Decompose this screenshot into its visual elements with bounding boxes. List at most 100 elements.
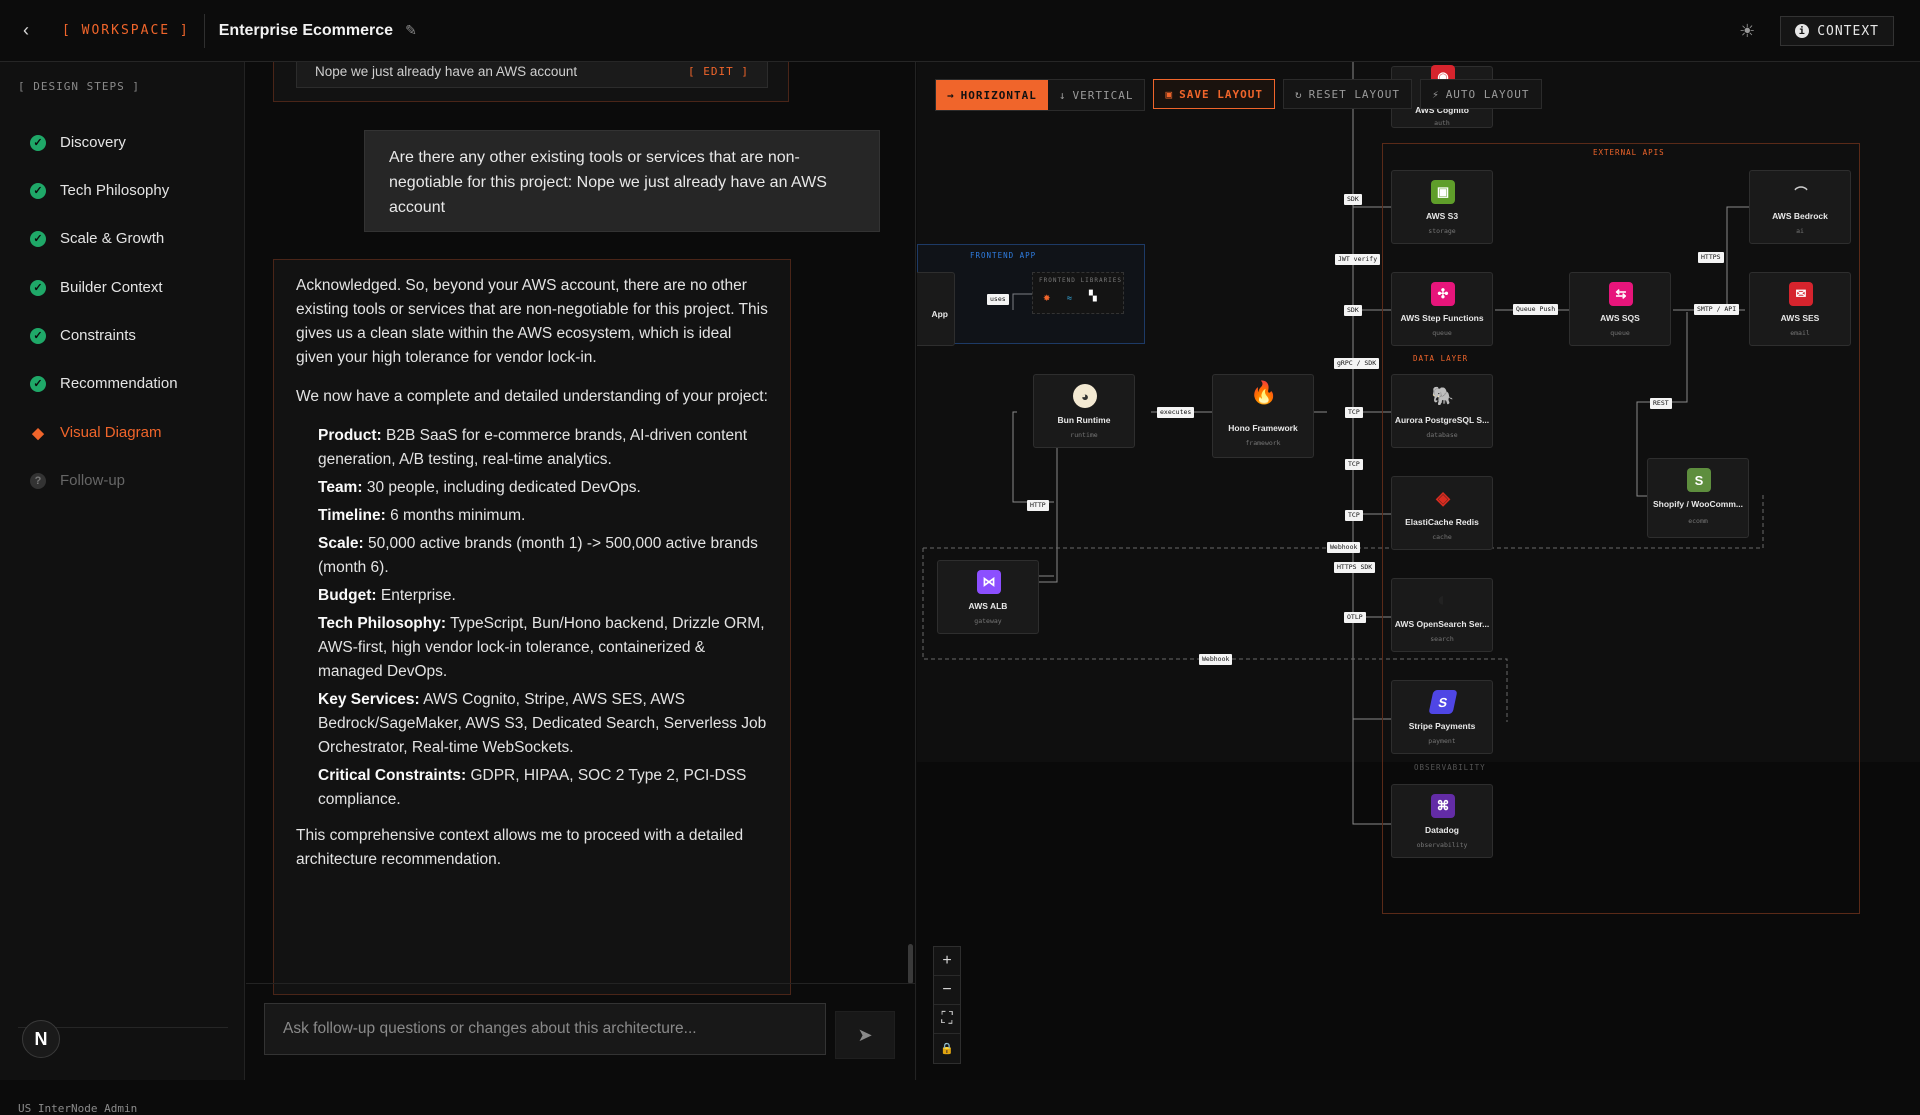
- node-aws-step-functions[interactable]: ✣ AWS Step Functions queue: [1391, 272, 1493, 346]
- redis-icon: ◈: [1436, 487, 1450, 508]
- flame-icon: 🔥: [1250, 380, 1278, 405]
- node-hono-framework[interactable]: 🔥 Hono Framework framework: [1212, 374, 1314, 458]
- step-label: Discovery: [60, 134, 126, 151]
- node-shopify-woocommerce[interactable]: S Shopify / WooComm... ecomm: [1647, 458, 1749, 538]
- postgres-elephant-icon: 🐘: [1431, 385, 1455, 406]
- check-circle-icon: ✓: [30, 182, 46, 199]
- step-scale-growth[interactable]: ✓ Scale & Growth: [30, 230, 164, 247]
- workspace-label[interactable]: [ WORKSPACE ]: [62, 23, 190, 38]
- step-discovery[interactable]: ✓ Discovery: [30, 134, 126, 151]
- node-aws-bedrock[interactable]: ⌒ AWS Bedrock ai: [1749, 170, 1851, 244]
- observability-title: OBSERVABILITY: [1414, 763, 1486, 772]
- step-label: Constraints: [60, 327, 136, 344]
- edge-label: uses: [987, 294, 1009, 305]
- edge-label: HTTP: [1027, 500, 1049, 511]
- step-visual-diagram[interactable]: ◆ Visual Diagram: [30, 424, 162, 442]
- node-aws-s3[interactable]: ▣ AWS S3 storage: [1391, 170, 1493, 244]
- frontend-app-title: FRONTEND APP: [970, 251, 1037, 260]
- architecture-canvas[interactable]: EXTERNAL APIS FRONTEND APP FRONTEND LIBR…: [917, 62, 1920, 1080]
- context-button-label: CONTEXT: [1817, 23, 1879, 39]
- orientation-toggle: → HORIZONTAL ↓ VERTICAL: [935, 79, 1146, 111]
- back-arrow-icon[interactable]: ‹: [0, 5, 52, 57]
- user-name: US InterNode Admin: [18, 1102, 138, 1115]
- save-layout-button[interactable]: ▣ SAVE LAYOUT: [1153, 79, 1275, 109]
- shopify-bag-icon: S: [1687, 468, 1711, 492]
- context-button[interactable]: i CONTEXT: [1780, 16, 1894, 46]
- edge-label: executes: [1157, 407, 1195, 418]
- user-avatar[interactable]: N: [22, 1020, 60, 1058]
- auto-layout-button[interactable]: ⚡ AUTO LAYOUT: [1420, 79, 1542, 109]
- previous-answer-card: Nope we just already have an AWS account…: [273, 62, 789, 102]
- stripe-icon: S: [1428, 690, 1458, 714]
- step-label: Visual Diagram: [60, 424, 162, 441]
- node-aws-ses[interactable]: ✉ AWS SES email: [1749, 272, 1851, 346]
- node-aurora-postgresql[interactable]: 🐘 Aurora PostgreSQL S... database: [1391, 374, 1493, 448]
- edge-label: JWT verify: [1335, 254, 1381, 265]
- edge-label: HTTPS: [1698, 252, 1724, 263]
- summary-item-budget: Budget: Enterprise.: [318, 587, 456, 604]
- datadog-icon: ⌘: [1431, 794, 1455, 818]
- step-tech-philosophy[interactable]: ✓ Tech Philosophy: [30, 182, 169, 199]
- reset-icon: ↻: [1294, 87, 1303, 101]
- layout-toolbar: → HORIZONTAL ↓ VERTICAL ▣ SAVE LAYOUT ↻ …: [935, 79, 1542, 111]
- assistant-outro: This comprehensive context allows me to …: [296, 827, 744, 868]
- summary-item-scale: Scale: 50,000 active brands (month 1) ->…: [318, 535, 758, 576]
- design-steps-label: [ DESIGN STEPS ]: [18, 80, 140, 93]
- send-button[interactable]: ➤: [835, 1011, 895, 1059]
- step-constraints[interactable]: ✓ Constraints: [30, 327, 136, 344]
- s3-bucket-icon: ▣: [1431, 180, 1455, 204]
- vertical-button[interactable]: ↓ VERTICAL: [1047, 80, 1145, 110]
- summary-item-tech-philosophy: Tech Philosophy: TypeScript, Bun/Hono ba…: [318, 615, 765, 680]
- zoom-out-icon[interactable]: −: [934, 976, 960, 1005]
- project-title: Enterprise Ecommerce: [218, 21, 394, 39]
- assistant-message: Acknowledged. So, beyond your AWS accoun…: [273, 259, 791, 995]
- node-stripe-payments[interactable]: S Stripe Payments payment: [1391, 680, 1493, 754]
- step-follow-up[interactable]: ? Follow-up: [30, 472, 125, 489]
- horizontal-button[interactable]: → HORIZONTAL: [936, 80, 1048, 110]
- data-layer-title: DATA LAYER: [1413, 354, 1469, 363]
- check-circle-icon: ✓: [30, 230, 46, 247]
- lock-icon[interactable]: 🔒: [934, 1034, 960, 1063]
- assistant-intro: Acknowledged. So, beyond your AWS accoun…: [296, 277, 768, 366]
- step-recommendation[interactable]: ✓ Recommendation: [30, 375, 178, 392]
- edge-label: SDK: [1344, 305, 1362, 316]
- external-apis-title: EXTERNAL APIS: [1593, 148, 1665, 157]
- reset-layout-button[interactable]: ↻ RESET LAYOUT: [1282, 79, 1413, 109]
- node-aws-alb[interactable]: ⋈ AWS ALB gateway: [937, 560, 1039, 634]
- node-datadog[interactable]: ⌘ Datadog observability: [1391, 784, 1493, 858]
- node-aws-opensearch[interactable]: ◐ AWS OpenSearch Ser... search: [1391, 578, 1493, 652]
- info-icon: i: [1795, 24, 1810, 38]
- header-divider: [203, 13, 205, 48]
- design-steps-sidebar: [ DESIGN STEPS ] ✓ Discovery ✓ Tech Phil…: [0, 62, 245, 1115]
- user-message: Are there any other existing tools or se…: [364, 130, 880, 232]
- theme-toggle-sun-icon[interactable]: ☀: [1734, 18, 1760, 44]
- question-circle-icon: ?: [30, 472, 46, 489]
- edit-pencil-icon[interactable]: ✎: [405, 22, 417, 39]
- node-bun-runtime[interactable]: ◕ Bun Runtime runtime: [1033, 374, 1135, 448]
- edge-label: TCP: [1345, 407, 1363, 418]
- edit-answer-button[interactable]: [ EDIT ]: [688, 65, 749, 78]
- summary-item-timeline: Timeline: 6 months minimum.: [318, 507, 526, 524]
- fit-view-icon[interactable]: ⛶: [934, 1005, 960, 1034]
- edge-label: SMTP / API: [1694, 304, 1740, 315]
- assistant-lead: We now have a complete and detailed unde…: [296, 388, 768, 405]
- chat-scrollbar[interactable]: [908, 944, 913, 984]
- lightning-icon: ⚡: [1432, 87, 1440, 101]
- follow-up-input[interactable]: [264, 1003, 826, 1055]
- step-label: Recommendation: [60, 375, 178, 392]
- check-circle-icon: ✓: [30, 327, 46, 344]
- ses-icon: ✉: [1789, 282, 1813, 306]
- top-bar: ‹ [ WORKSPACE ] Enterprise Ecommerce ✎ ☀…: [0, 0, 1920, 62]
- edge-label: Webhook: [1327, 542, 1361, 553]
- frontend-libraries-title: FRONTEND LIBRARIES: [1039, 277, 1123, 284]
- step-builder-context[interactable]: ✓ Builder Context: [30, 279, 163, 296]
- zoom-in-icon[interactable]: +: [934, 947, 960, 976]
- edge-label: TCP: [1345, 459, 1363, 470]
- node-aws-sqs[interactable]: ⇆ AWS SQS queue: [1569, 272, 1671, 346]
- node-elasticache-redis[interactable]: ◈ ElastiCache Redis cache: [1391, 476, 1493, 550]
- check-circle-icon: ✓: [30, 279, 46, 296]
- frontend-libraries-group: FRONTEND LIBRARIES ✸ ≈ ▚: [1032, 272, 1124, 314]
- chat-panel: Nope we just already have an AWS account…: [246, 62, 916, 1080]
- edge-label: Queue Push: [1513, 304, 1559, 315]
- node-frontend-app[interactable]: App: [917, 272, 955, 346]
